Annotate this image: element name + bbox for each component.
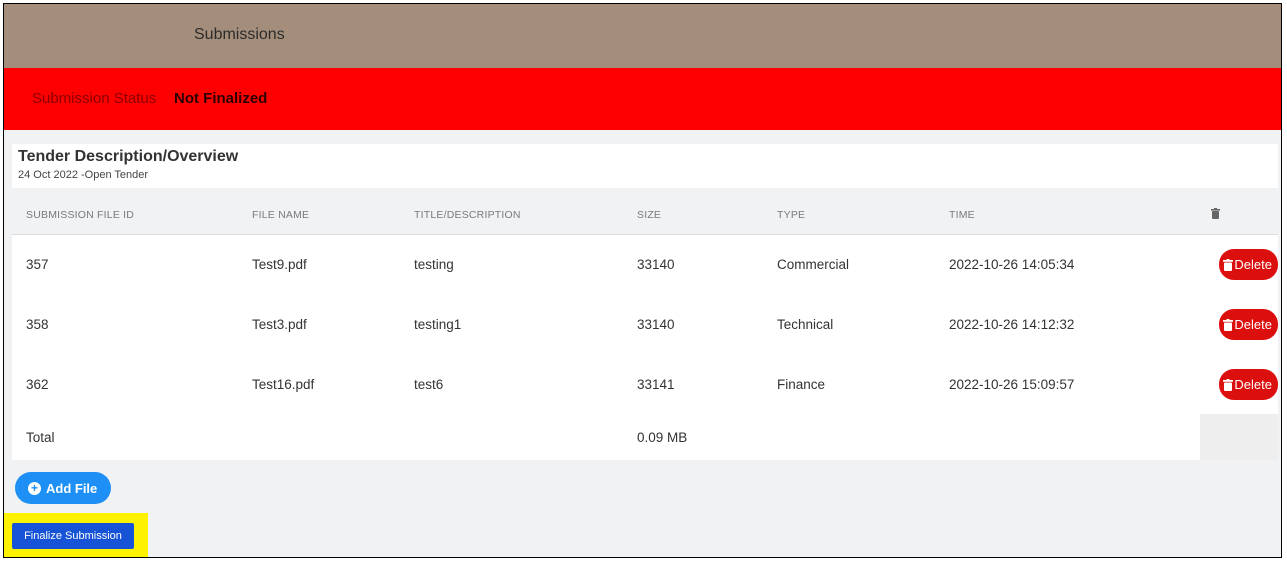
- trash-icon: [1223, 378, 1234, 391]
- submissions-page: Submissions Submission Status Not Finali…: [3, 3, 1282, 558]
- cell-id: 358: [26, 317, 49, 332]
- delete-label: Delete: [1234, 377, 1272, 392]
- overview-title: Tender Description/Overview: [18, 148, 239, 165]
- trash-icon: [1211, 208, 1220, 219]
- tender-overview: Tender Description/Overview 24 Oct 2022 …: [12, 144, 1278, 188]
- table-row: 358 Test3.pdf testing1 33140 Technical 2…: [12, 295, 1278, 356]
- delete-button[interactable]: Delete: [1219, 249, 1278, 280]
- col-header-time: TIME: [949, 209, 975, 221]
- cell-id: 362: [26, 377, 49, 392]
- cell-file-name: Test16.pdf: [252, 377, 315, 392]
- col-header-size: SIZE: [637, 209, 662, 221]
- cell-type: Technical: [777, 317, 834, 332]
- table-row: 362 Test16.pdf test6 33141 Finance 2022-…: [12, 355, 1278, 416]
- cell-size: 33140: [637, 257, 675, 272]
- cell-type: Finance: [777, 377, 826, 392]
- table-header: SUBMISSION FILE ID FILE NAME TITLE/DESCR…: [12, 196, 1278, 235]
- cell-title: testing1: [414, 317, 462, 332]
- plus-circle-icon: +: [28, 481, 41, 495]
- total-action-cell: [1200, 414, 1278, 460]
- cell-time: 2022-10-26 14:05:34: [949, 257, 1075, 272]
- status-banner: Submission Status Not Finalized: [4, 68, 1281, 130]
- cell-title: testing: [414, 257, 454, 272]
- cell-title: test6: [414, 377, 444, 392]
- finalize-highlight: Finalize Submission: [4, 513, 148, 557]
- cell-type: Commercial: [777, 257, 850, 272]
- cell-size: 33141: [637, 377, 675, 392]
- header-bar: Submissions: [4, 4, 1281, 68]
- trash-icon: [1223, 318, 1234, 331]
- table-row: 357 Test9.pdf testing 33140 Commercial 2…: [12, 235, 1278, 296]
- delete-button[interactable]: Delete: [1219, 369, 1278, 400]
- total-size: 0.09 MB: [637, 430, 688, 445]
- finalize-submission-button[interactable]: Finalize Submission: [12, 523, 134, 549]
- add-file-label: Add File: [46, 480, 98, 496]
- add-file-button[interactable]: + Add File: [15, 472, 112, 504]
- status-label: Submission Status: [32, 90, 157, 107]
- status-value: Not Finalized: [174, 90, 268, 107]
- total-label: Total: [26, 430, 55, 445]
- delete-button[interactable]: Delete: [1219, 309, 1278, 340]
- trash-icon: [1223, 258, 1234, 271]
- cell-time: 2022-10-26 14:12:32: [949, 317, 1075, 332]
- cell-size: 33140: [637, 317, 675, 332]
- col-header-id: SUBMISSION FILE ID: [26, 209, 135, 221]
- col-header-file-name: FILE NAME: [252, 209, 310, 221]
- cell-id: 357: [26, 257, 49, 272]
- cell-file-name: Test3.pdf: [252, 317, 307, 332]
- delete-label: Delete: [1234, 317, 1272, 332]
- cell-time: 2022-10-26 15:09:57: [949, 377, 1075, 392]
- delete-label: Delete: [1234, 257, 1272, 272]
- page-title: Submissions: [194, 26, 285, 43]
- cell-file-name: Test9.pdf: [252, 257, 307, 272]
- submissions-table: SUBMISSION FILE ID FILE NAME TITLE/DESCR…: [12, 196, 1278, 460]
- overview-subtitle: 24 Oct 2022 -Open Tender: [18, 169, 149, 181]
- total-row: Total 0.09 MB: [12, 414, 1278, 460]
- col-header-type: TYPE: [777, 209, 806, 221]
- col-header-title: TITLE/DESCRIPTION: [414, 209, 521, 221]
